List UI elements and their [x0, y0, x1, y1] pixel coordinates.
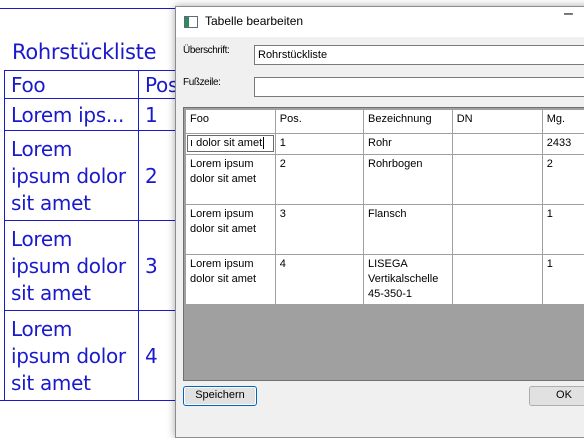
cell-line: Lorem	[11, 226, 126, 253]
column-header-pos[interactable]: Pos.	[275, 110, 363, 134]
table-row-border	[4, 130, 176, 131]
table-row-border	[4, 310, 176, 311]
dialog-title: Tabelle bearbeiten	[205, 14, 303, 28]
table-cell-foo: Lorem ips...	[11, 102, 124, 129]
heading-label: Überschrift:	[183, 45, 229, 56]
table-left-border	[4, 70, 5, 401]
app-icon	[184, 16, 198, 28]
grid-cell-mg[interactable]: 2433	[542, 134, 584, 155]
cell-line: ipsum dolor	[11, 343, 126, 370]
grid-cell-mg[interactable]: 2	[542, 155, 584, 205]
cell-line: sit amet	[11, 280, 126, 307]
cell-line: Lorem	[11, 136, 126, 163]
grid-table: Foo Pos. Bezeichnung DN Mg. ı dolor sit …	[185, 109, 584, 305]
text-caret	[263, 137, 264, 149]
grid-cell-bezeichnung[interactable]: LISEGA Vertikalschelle 45-350-1	[364, 255, 453, 305]
edit-table-dialog: Tabelle bearbeiten – Überschrift: Rohrst…	[175, 6, 584, 438]
grid-cell-bezeichnung[interactable]: Flansch	[364, 205, 453, 255]
table-cell-foo: Lorem ipsum dolor sit amet	[11, 226, 126, 307]
column-header-bezeichnung[interactable]: Bezeichnung	[364, 110, 453, 134]
table-editor-grid[interactable]: Foo Pos. Bezeichnung DN Mg. ı dolor sit …	[183, 107, 584, 381]
column-header-foo[interactable]: Foo	[186, 110, 276, 134]
table-cell-pos: 2	[145, 163, 157, 190]
grid-cell-dn[interactable]	[452, 255, 542, 305]
grid-cell-pos[interactable]: 3	[275, 205, 363, 255]
column-header-dn[interactable]: DN	[452, 110, 542, 134]
table-row: Lorem ipsum dolor sit amet 3 Flansch 1	[186, 205, 584, 255]
footer-label: Fußzeile:	[183, 77, 221, 88]
minimize-icon[interactable]: –	[564, 5, 573, 23]
cell-line: ipsum dolor	[11, 163, 126, 190]
grid-cell-mg[interactable]: 1	[542, 255, 584, 305]
table-column-border	[138, 70, 139, 401]
drawing-title: Rohrstückliste	[12, 40, 156, 64]
heading-input[interactable]: Rohrstückliste	[254, 45, 584, 65]
cell-editor-text: ı dolor sit amet	[190, 137, 262, 149]
dialog-titlebar[interactable]: Tabelle bearbeiten –	[176, 7, 584, 37]
cell-line: sit amet	[11, 370, 126, 397]
grid-cell-bezeichnung[interactable]: Rohr	[364, 134, 453, 155]
table-row: Lorem ipsum dolor sit amet 4 LISEGA Vert…	[186, 255, 584, 305]
grid-cell-pos[interactable]: 1	[275, 134, 363, 155]
table-cell-pos: 4	[145, 343, 157, 370]
ok-button[interactable]: OK	[529, 386, 584, 406]
table-cell-foo: Lorem ipsum dolor sit amet	[11, 316, 126, 397]
table-cell-pos: 3	[145, 253, 157, 280]
table-cell-pos: 1	[145, 102, 157, 129]
table-row-border	[4, 220, 176, 221]
grid-cell-foo[interactable]: Lorem ipsum dolor sit amet	[186, 155, 276, 205]
grid-cell-mg[interactable]: 1	[542, 205, 584, 255]
column-header-mg[interactable]: Mg.	[542, 110, 584, 134]
grid-cell-foo[interactable]: ı dolor sit amet	[186, 134, 276, 155]
grid-cell-foo[interactable]: Lorem ipsum dolor sit amet	[186, 205, 276, 255]
footer-input[interactable]	[254, 77, 584, 97]
table-bottom-border	[4, 400, 176, 401]
grid-cell-pos[interactable]: 4	[275, 255, 363, 305]
table-cell-foo: Lorem ipsum dolor sit amet	[11, 136, 126, 217]
cell-line: ipsum dolor	[11, 253, 126, 280]
grid-cell-foo[interactable]: Lorem ipsum dolor sit amet	[186, 255, 276, 305]
grid-cell-dn[interactable]	[452, 134, 542, 155]
grid-cell-pos[interactable]: 2	[275, 155, 363, 205]
cell-line: sit amet	[11, 190, 126, 217]
cell-line: Lorem	[11, 316, 126, 343]
table-header-pos: Pos	[145, 72, 178, 99]
cell-editor-input[interactable]: ı dolor sit amet	[187, 135, 274, 152]
grid-cell-dn[interactable]	[452, 205, 542, 255]
save-button[interactable]: Speichern	[183, 386, 257, 406]
grid-cell-dn[interactable]	[452, 155, 542, 205]
table-row: ı dolor sit amet 1 Rohr 2433	[186, 134, 584, 155]
grid-header-row: Foo Pos. Bezeichnung DN Mg.	[186, 110, 584, 134]
table-row: Lorem ipsum dolor sit amet 2 Rohrbogen 2	[186, 155, 584, 205]
grid-cell-bezeichnung[interactable]: Rohrbogen	[364, 155, 453, 205]
table-top-border	[4, 70, 176, 71]
table-header-foo: Foo	[11, 72, 45, 99]
frame-top-line	[0, 8, 176, 9]
